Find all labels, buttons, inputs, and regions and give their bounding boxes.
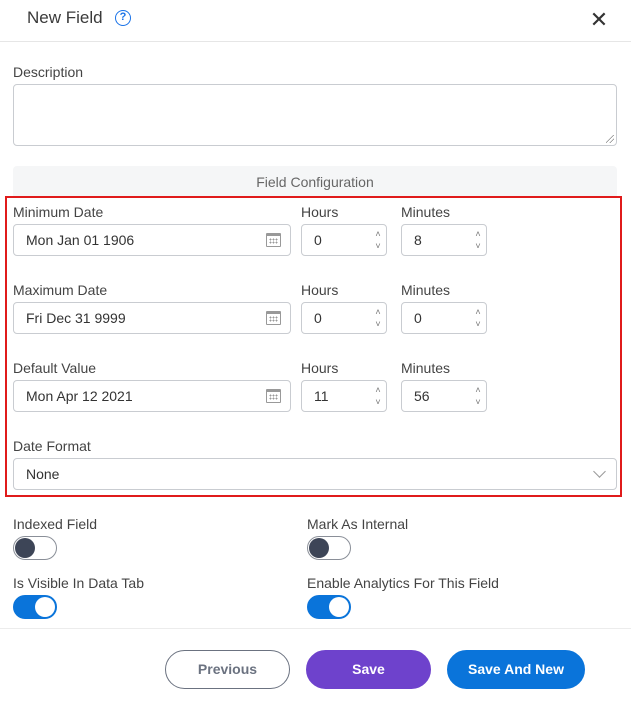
spin-up-icon[interactable]: ˄ — [374, 228, 382, 240]
resize-handle-icon[interactable] — [606, 135, 614, 143]
modal-header: New Field ? ✕ — [0, 0, 631, 42]
minimum-date-input[interactable]: Mon Jan 01 1906 — [13, 224, 291, 256]
mark-as-internal-toggle[interactable] — [307, 536, 351, 560]
date-format-select[interactable]: None — [13, 458, 617, 490]
maximum-hours-value: 0 — [314, 310, 322, 326]
default-hours-label: Hours — [301, 360, 339, 376]
spin-down-icon[interactable]: ˅ — [474, 240, 482, 252]
help-icon[interactable]: ? — [115, 10, 131, 26]
minutes-spinner[interactable]: ˄ ˅ — [474, 228, 482, 252]
default-value-label: Default Value — [13, 360, 97, 376]
spin-up-icon[interactable]: ˄ — [474, 384, 482, 396]
toggle-knob — [329, 597, 349, 617]
toggle-knob — [309, 538, 329, 558]
default-date-input[interactable]: Mon Apr 12 2021 — [13, 380, 291, 412]
default-hours-value: 11 — [314, 388, 329, 404]
date-format-value: None — [26, 466, 60, 482]
spin-down-icon[interactable]: ˅ — [474, 318, 482, 330]
maximum-date-input[interactable]: Fri Dec 31 9999 — [13, 302, 291, 334]
save-button[interactable]: Save — [306, 650, 431, 689]
toggle-knob — [35, 597, 55, 617]
date-format-label: Date Format — [13, 438, 91, 454]
default-date-value: Mon Apr 12 2021 — [26, 388, 133, 404]
spin-up-icon[interactable]: ˄ — [474, 228, 482, 240]
minimum-hours-value: 0 — [314, 232, 322, 248]
mark-as-internal-label: Mark As Internal — [307, 516, 409, 532]
close-icon[interactable]: ✕ — [589, 9, 609, 31]
calendar-icon[interactable] — [266, 389, 281, 403]
modal-title: New Field — [27, 8, 103, 27]
default-minutes-value: 56 — [414, 388, 430, 404]
description-textarea[interactable] — [13, 84, 617, 146]
spin-down-icon[interactable]: ˅ — [374, 240, 382, 252]
spin-up-icon[interactable]: ˄ — [374, 384, 382, 396]
save-and-new-button[interactable]: Save And New — [447, 650, 585, 689]
hours-spinner[interactable]: ˄ ˅ — [374, 384, 382, 408]
maximum-hours-label: Hours — [301, 282, 339, 298]
default-hours-input[interactable]: 11 ˄ ˅ — [301, 380, 387, 412]
previous-button[interactable]: Previous — [165, 650, 290, 689]
hours-spinner[interactable]: ˄ ˅ — [374, 228, 382, 252]
spin-up-icon[interactable]: ˄ — [374, 306, 382, 318]
minimum-date-label: Minimum Date — [13, 204, 104, 220]
calendar-icon[interactable] — [266, 233, 281, 247]
default-minutes-label: Minutes — [401, 360, 451, 376]
minimum-minutes-label: Minutes — [401, 204, 451, 220]
calendar-icon[interactable] — [266, 311, 281, 325]
spin-down-icon[interactable]: ˅ — [474, 396, 482, 408]
minutes-spinner[interactable]: ˄ ˅ — [474, 384, 482, 408]
enable-analytics-label: Enable Analytics For This Field — [307, 575, 499, 591]
field-configuration-header: Field Configuration — [13, 166, 617, 196]
minimum-hours-label: Hours — [301, 204, 339, 220]
spin-down-icon[interactable]: ˅ — [374, 396, 382, 408]
footer-divider — [0, 628, 631, 629]
maximum-minutes-value: 0 — [414, 310, 422, 326]
minimum-hours-input[interactable]: 0 ˄ ˅ — [301, 224, 387, 256]
description-label: Description — [13, 64, 84, 80]
minimum-minutes-input[interactable]: 8 ˄ ˅ — [401, 224, 487, 256]
maximum-date-value: Fri Dec 31 9999 — [26, 310, 126, 326]
spin-up-icon[interactable]: ˄ — [474, 306, 482, 318]
enable-analytics-toggle[interactable] — [307, 595, 351, 619]
hours-spinner[interactable]: ˄ ˅ — [374, 306, 382, 330]
maximum-hours-input[interactable]: 0 ˄ ˅ — [301, 302, 387, 334]
indexed-field-label: Indexed Field — [13, 516, 98, 532]
default-minutes-input[interactable]: 56 ˄ ˅ — [401, 380, 487, 412]
maximum-minutes-label: Minutes — [401, 282, 451, 298]
minutes-spinner[interactable]: ˄ ˅ — [474, 306, 482, 330]
visible-in-data-tab-toggle[interactable] — [13, 595, 57, 619]
maximum-minutes-input[interactable]: 0 ˄ ˅ — [401, 302, 487, 334]
indexed-field-toggle[interactable] — [13, 536, 57, 560]
minimum-date-value: Mon Jan 01 1906 — [26, 232, 135, 248]
maximum-date-label: Maximum Date — [13, 282, 108, 298]
chevron-down-icon — [593, 465, 606, 478]
spin-down-icon[interactable]: ˅ — [374, 318, 382, 330]
visible-in-data-tab-label: Is Visible In Data Tab — [13, 575, 145, 591]
toggle-knob — [15, 538, 35, 558]
minimum-minutes-value: 8 — [414, 232, 422, 248]
